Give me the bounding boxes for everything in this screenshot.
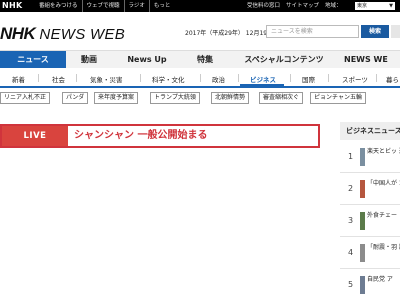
rank-text: 楽天とビッ 通販事業へ xyxy=(367,148,400,155)
rank-text: 「耐震・羽 議会員 xyxy=(367,244,400,251)
tag-linear[interactable]: リニア入札不正 xyxy=(0,92,51,104)
thumbnail xyxy=(360,148,365,166)
rank-number: 3 xyxy=(348,216,354,225)
sub-nav-international[interactable]: 国際 xyxy=(302,74,315,84)
sub-nav-weather[interactable]: 気象・災害 xyxy=(90,74,123,84)
top-link-fee[interactable]: 受信料の窓口 xyxy=(244,0,283,12)
divider xyxy=(38,74,39,82)
sub-nav: 新着 社会 気象・災害 科学・文化 政治 ビジネス 国際 スポーツ 暮ら xyxy=(0,68,400,88)
main-nav-special[interactable]: スペシャルコンテンツ xyxy=(228,51,340,69)
tag-north-korea[interactable]: 北朝鮮情勢 xyxy=(211,92,250,104)
main-nav-features[interactable]: 特集 xyxy=(182,51,228,69)
active-tab-indicator xyxy=(240,84,284,86)
ranking-item[interactable]: 4 「耐震・羽 議会員 xyxy=(340,238,400,269)
rank-text: 「中国人が 1位に Ｊ日 xyxy=(367,180,400,187)
live-title: シャンシャン 一般公開始まる xyxy=(74,130,208,141)
sub-nav-life[interactable]: 暮ら xyxy=(386,74,399,84)
thumbnail xyxy=(360,212,365,230)
search-input[interactable]: ニュースを検索 xyxy=(266,25,359,38)
rank-number: 1 xyxy=(348,152,354,161)
brand-logo[interactable]: NHK NEWS WEB xyxy=(0,24,125,44)
sub-nav-sports[interactable]: スポーツ xyxy=(342,74,368,84)
nhk-logo[interactable]: NHK xyxy=(2,0,23,12)
brand-nhk: NHK xyxy=(0,24,36,43)
sub-nav-latest[interactable]: 新着 xyxy=(12,74,25,84)
sub-nav-business[interactable]: ビジネス xyxy=(250,74,276,84)
chevron-down-icon: ▼ xyxy=(389,3,393,9)
ranking-item[interactable]: 1 楽天とビッ 通販事業へ xyxy=(340,142,400,173)
ranking-item[interactable]: 5 自民党 ア xyxy=(340,270,400,300)
top-link-radio[interactable]: ラジオ xyxy=(123,0,149,12)
live-banner[interactable]: LIVE シャンシャン 一般公開始まる xyxy=(0,124,320,148)
top-link-sitemap[interactable]: サイトマップ xyxy=(283,0,322,12)
main-nav: ニュース 動画 News Up 特集 スペシャルコンテンツ NEWS WE xyxy=(0,50,400,69)
ranking-heading: ビジネスニュース xyxy=(340,122,400,140)
region-label: 地域： xyxy=(325,3,342,9)
rank-number: 5 xyxy=(348,280,354,289)
main-nav-video[interactable]: 動画 xyxy=(66,51,112,69)
region-value: 東京 xyxy=(357,3,368,9)
ranking-item[interactable]: 2 「中国人が 1位に Ｊ日 xyxy=(340,174,400,205)
tag-pyeongchang[interactable]: ピョンチャン五輪 xyxy=(310,92,366,104)
rank-number: 2 xyxy=(348,184,354,193)
top-link-find-programs[interactable]: 番組をみつける xyxy=(35,0,82,12)
site-header: NHK NEWS WEB 2017年（平成29年） 12月19日 火曜日 ニュース… xyxy=(0,12,400,50)
thumbnail xyxy=(360,180,365,198)
divider xyxy=(328,74,329,82)
rank-text: 自民党 ア xyxy=(367,276,393,283)
sub-nav-science[interactable]: 科学・文化 xyxy=(152,74,185,84)
topic-tags: リニア入札不正 パンダ 来年度予算案 トランプ大統領 北朝鮮情勢 審査縮相次ぐ … xyxy=(0,92,400,108)
sub-nav-politics[interactable]: 政治 xyxy=(212,74,225,84)
divider xyxy=(376,74,377,82)
top-link-watch-web[interactable]: ウェブで視聴 xyxy=(81,0,124,12)
live-badge: LIVE xyxy=(2,126,68,146)
thumbnail xyxy=(360,276,365,294)
main-nav-news[interactable]: ニュース xyxy=(0,51,66,69)
sub-nav-society[interactable]: 社会 xyxy=(52,74,65,84)
brand-news-web: NEWS WEB xyxy=(39,26,126,43)
divider xyxy=(290,74,291,82)
ranking-item[interactable]: 3 外食チェー 「大戸屋」 xyxy=(340,206,400,237)
tag-trump[interactable]: トランプ大統領 xyxy=(150,92,200,104)
header-tail xyxy=(391,25,400,38)
main-nav-news-up[interactable]: News Up xyxy=(112,51,182,69)
divider xyxy=(76,74,77,82)
tag-review[interactable]: 審査縮相次ぐ xyxy=(259,92,304,104)
tag-budget[interactable]: 来年度予算案 xyxy=(94,92,139,104)
page: NHK 番組をみつける ウェブで視聴 ラジオ もっと 受信料の窓口 サイトマップ… xyxy=(0,0,400,300)
tag-panda[interactable]: パンダ xyxy=(62,92,89,104)
main-nav-news-web[interactable]: NEWS WE xyxy=(344,51,400,69)
rank-text: 外食チェー 「大戸屋」 xyxy=(367,212,400,219)
rank-number: 4 xyxy=(348,248,354,257)
divider xyxy=(140,74,141,82)
thumbnail xyxy=(360,244,365,262)
business-ranking: ビジネスニュース 1 楽天とビッ 通販事業へ 2 「中国人が 1位に Ｊ日 3 … xyxy=(340,122,400,300)
top-links: 番組をみつける ウェブで視聴 ラジオ もっと xyxy=(35,0,174,12)
search-button[interactable]: 検索 xyxy=(361,25,389,38)
divider xyxy=(200,74,201,82)
divider xyxy=(238,74,239,82)
top-utility-bar: NHK 番組をみつける ウェブで視聴 ラジオ もっと 受信料の窓口 サイトマップ… xyxy=(0,0,400,12)
top-link-more[interactable]: もっと xyxy=(148,0,175,12)
region-select[interactable]: 東京 ▼ xyxy=(355,2,395,10)
top-right-links: 受信料の窓口 サイトマップ 地域： xyxy=(244,0,345,12)
